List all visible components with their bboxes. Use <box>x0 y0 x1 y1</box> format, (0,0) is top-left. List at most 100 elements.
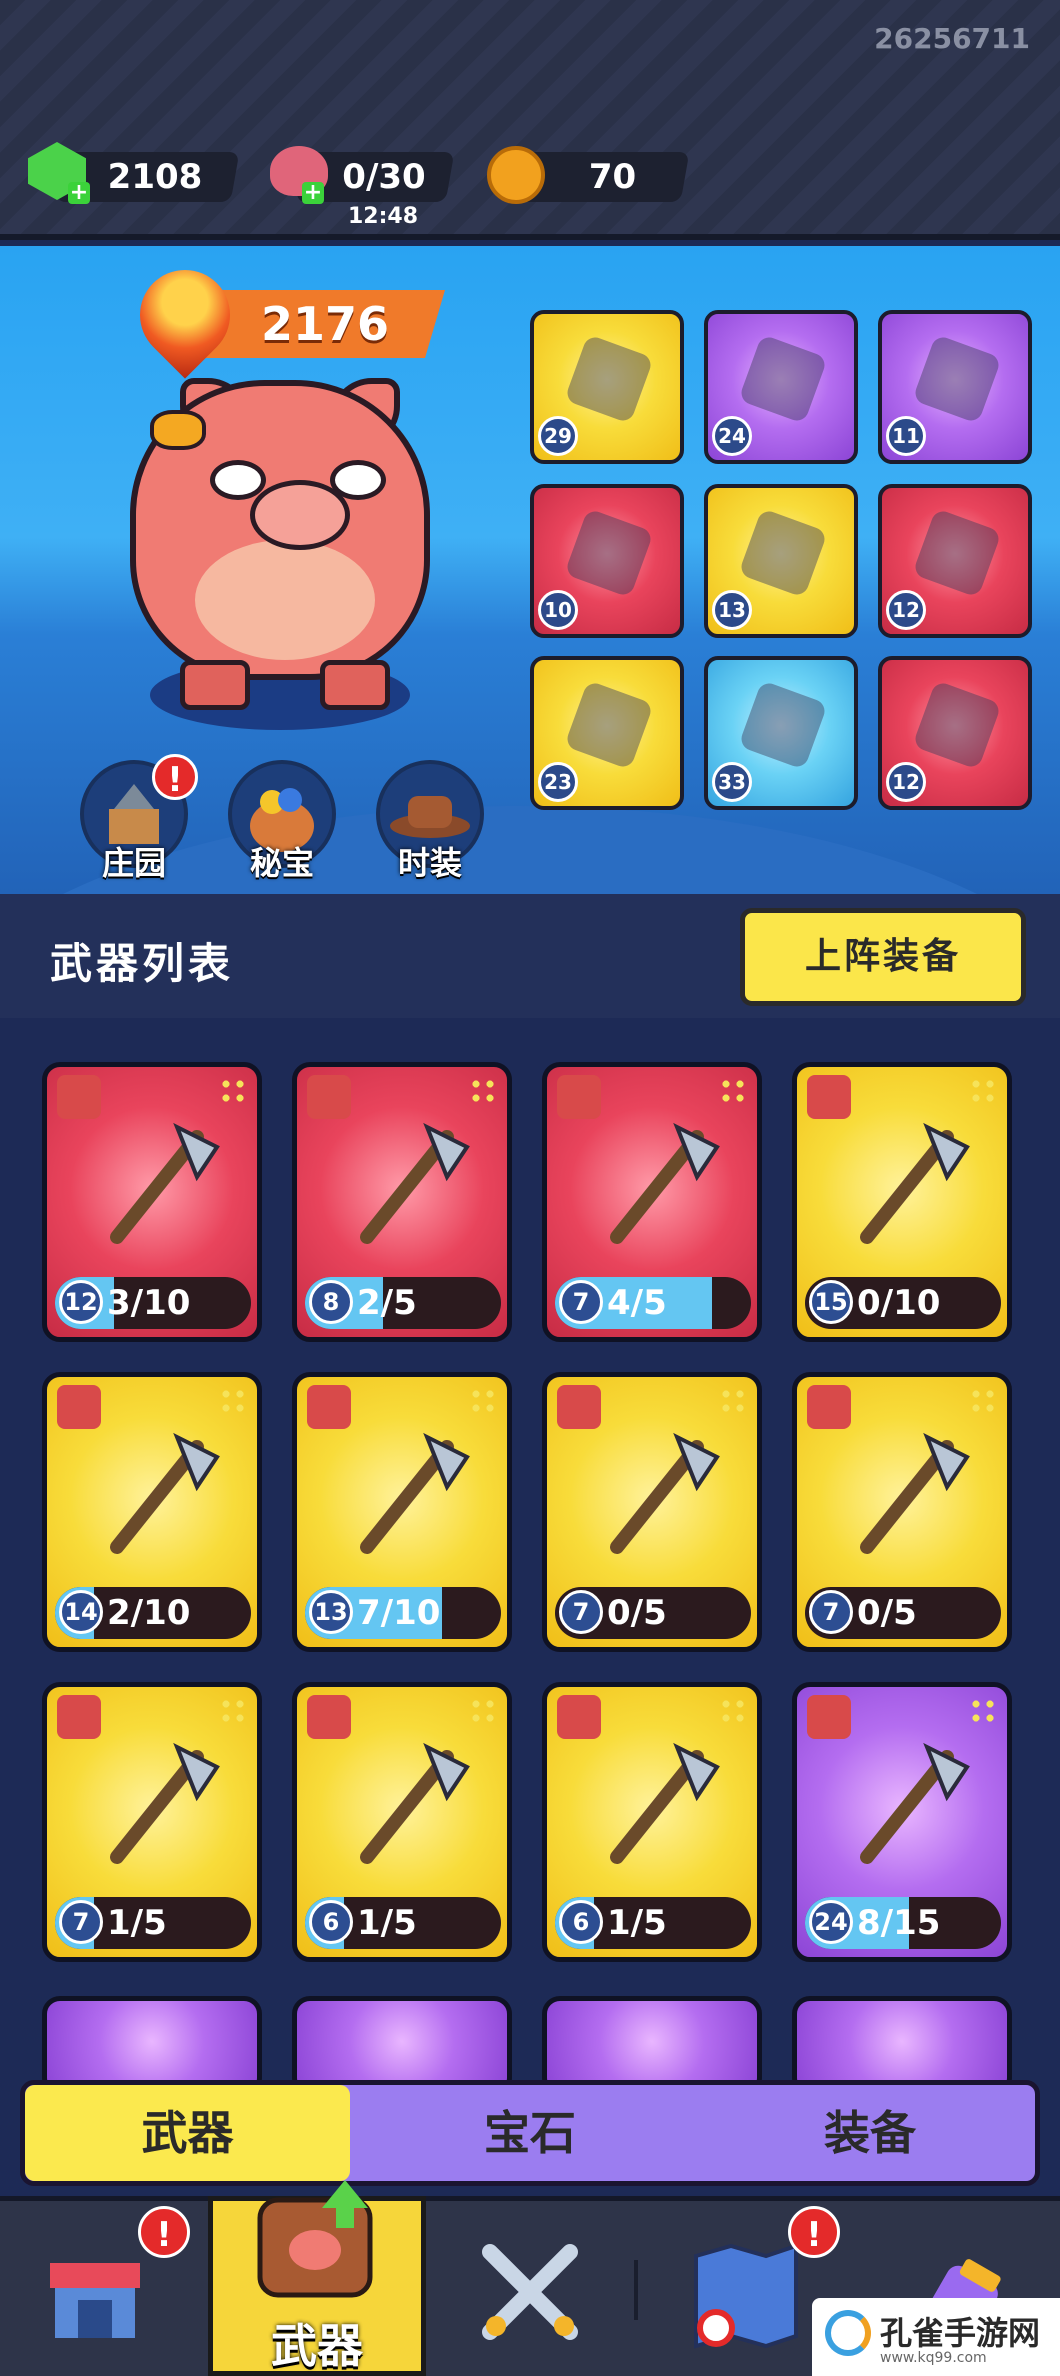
add-gem-icon[interactable]: + <box>68 182 90 204</box>
weapon-icon <box>610 1742 720 1864</box>
equipped-level: 13 <box>712 590 752 630</box>
equipped-slot[interactable]: 12 <box>878 656 1032 810</box>
equipped-slot[interactable]: 13 <box>704 484 858 638</box>
weapon-icon <box>610 1432 720 1554</box>
tab-equipment[interactable]: 装备 <box>710 2085 1030 2181</box>
equipped-item-icon <box>912 334 1002 424</box>
add-meat-icon[interactable]: + <box>302 182 324 204</box>
weapon-progress: 2/5 <box>357 1283 417 1323</box>
weapon-level: 13 <box>309 1590 353 1634</box>
grade-dots-icon <box>969 1077 997 1105</box>
weapon-progress: 2/10 <box>107 1593 191 1633</box>
equipped-item-icon <box>564 680 654 770</box>
map-icon <box>694 2243 798 2349</box>
weapon-card[interactable]: 7 4/5 <box>542 1062 762 1342</box>
weapon-level: 12 <box>59 1280 103 1324</box>
nav-battle[interactable] <box>470 2232 590 2352</box>
equipped-slot[interactable]: 33 <box>704 656 858 810</box>
weapon-card[interactable]: 7 1/5 <box>42 1682 262 1962</box>
nav-divider <box>634 2260 638 2320</box>
grade-dots-icon <box>219 1077 247 1105</box>
equipped-slot[interactable]: 11 <box>878 310 1032 464</box>
nav-shop[interactable] <box>40 2238 150 2348</box>
weapon-level: 7 <box>559 1280 603 1324</box>
weapon-progress: 0/5 <box>607 1593 667 1633</box>
weapon-level: 14 <box>59 1590 103 1634</box>
weapon-level: 15 <box>809 1280 853 1324</box>
weapon-bag-icon <box>250 2180 380 2300</box>
equipped-item-icon <box>912 680 1002 770</box>
weapon-card[interactable]: 14 2/10 <box>42 1372 262 1652</box>
costume-label: 时装 <box>397 844 462 882</box>
weapon-card[interactable]: 7 0/5 <box>542 1372 762 1652</box>
pig-bow <box>150 410 206 450</box>
manor-label: 庄园 <box>101 844 166 882</box>
weapon-level: 7 <box>59 1900 103 1944</box>
equipped-slot[interactable]: 12 <box>878 484 1032 638</box>
weapon-progress: 1/5 <box>607 1903 667 1943</box>
coin-count: 70 <box>588 157 637 197</box>
manor-alert-badge: ! <box>152 754 198 800</box>
tab-weapons[interactable]: 武器 <box>25 2085 350 2181</box>
weapon-icon <box>860 1742 970 1864</box>
weapon-progress: 1/5 <box>107 1903 167 1943</box>
weapon-card[interactable]: 15 0/10 <box>792 1062 1012 1342</box>
equipped-level: 12 <box>886 762 926 802</box>
watermark-title: 孔雀手游网 <box>880 2314 1041 2352</box>
weapon-level: 6 <box>559 1900 603 1944</box>
weapon-card[interactable]: 7 0/5 <box>792 1372 1012 1652</box>
power-value: 2176 <box>260 297 390 351</box>
weapon-card[interactable]: 12 3/10 <box>42 1062 262 1342</box>
equipped-item-icon <box>738 508 828 598</box>
weapon-level: 7 <box>559 1590 603 1634</box>
crossed-swords-icon <box>482 2244 578 2340</box>
pig-eye-left <box>210 460 266 500</box>
weapon-progress: 7/10 <box>357 1593 441 1633</box>
meat-count: 0/30 <box>342 157 426 197</box>
weapon-icon <box>360 1122 470 1244</box>
map-alert-badge: ! <box>788 2206 840 2258</box>
equipped-level: 11 <box>886 416 926 456</box>
nav-map[interactable] <box>686 2236 806 2356</box>
grade-dots-icon <box>719 1077 747 1105</box>
tab-gems[interactable]: 宝石 <box>370 2085 690 2181</box>
weapon-card[interactable]: 13 7/10 <box>292 1372 512 1652</box>
weapon-level: 24 <box>809 1900 853 1944</box>
weapon-level: 6 <box>309 1900 353 1944</box>
weapon-icon <box>360 1742 470 1864</box>
grade-dots-icon <box>469 1387 497 1415</box>
weapon-icon <box>610 1122 720 1244</box>
weapon-progress: 3/10 <box>107 1283 191 1323</box>
equipped-level: 24 <box>712 416 752 456</box>
weapon-card[interactable]: 8 2/5 <box>292 1062 512 1342</box>
watermark-logo-icon <box>825 2310 871 2356</box>
equipped-slot[interactable]: 24 <box>704 310 858 464</box>
grade-dots-icon <box>969 1697 997 1725</box>
equipped-item-icon <box>564 334 654 424</box>
grade-dots-icon <box>719 1697 747 1725</box>
grade-dots-icon <box>719 1387 747 1415</box>
coin-icon[interactable] <box>487 146 545 204</box>
equipped-slot[interactable]: 29 <box>530 310 684 464</box>
player-uid: 26256711 <box>874 22 1030 55</box>
weapon-card[interactable]: 24 8/15 <box>792 1682 1012 1962</box>
grade-dots-icon <box>469 1077 497 1105</box>
equipped-level: 33 <box>712 762 752 802</box>
deploy-equipment-button[interactable]: 上阵装备 <box>740 908 1026 1006</box>
meat-timer: 12:48 <box>348 204 419 229</box>
equipped-level: 10 <box>538 590 578 630</box>
weapon-icon <box>110 1432 220 1554</box>
equipped-slot[interactable]: 10 <box>530 484 684 638</box>
equipped-level: 23 <box>538 762 578 802</box>
weapon-progress: 1/5 <box>357 1903 417 1943</box>
grade-dots-icon <box>469 1697 497 1725</box>
weapon-icon <box>360 1432 470 1554</box>
weapon-card[interactable]: 6 1/5 <box>542 1682 762 1962</box>
gem-count: 2108 <box>107 157 203 197</box>
weapon-icon <box>110 1122 220 1244</box>
weapon-card[interactable]: 6 1/5 <box>292 1682 512 1962</box>
equipped-slot[interactable]: 23 <box>530 656 684 810</box>
equipped-item-icon <box>738 334 828 424</box>
nav-weapons-label: 武器 <box>271 2319 363 2373</box>
weapon-icon <box>110 1742 220 1864</box>
